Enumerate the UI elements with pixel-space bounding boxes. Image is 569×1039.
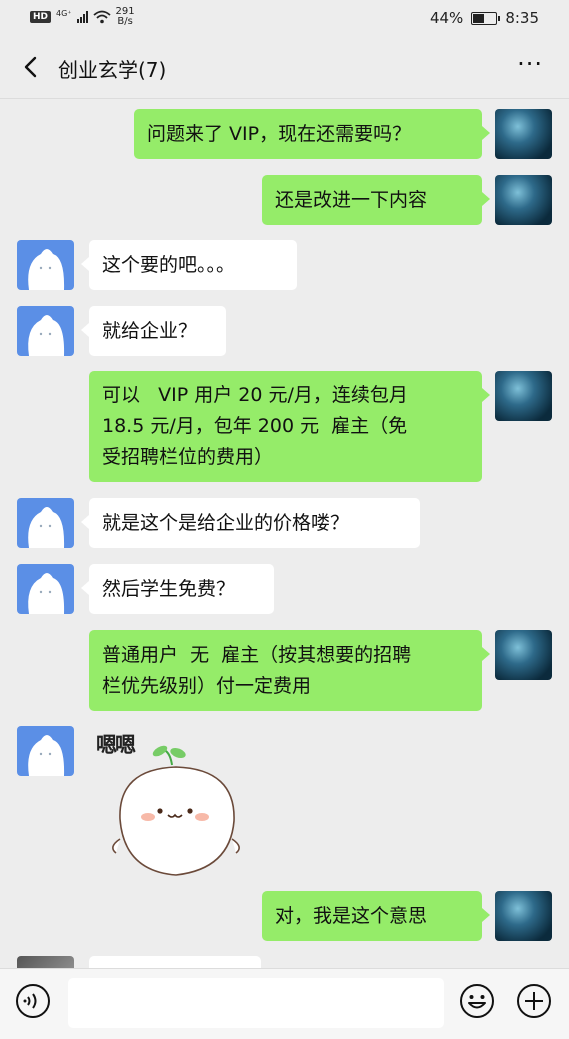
network-speed: 291 B/s — [116, 7, 135, 27]
message-bubble-received[interactable]: 就是这个是给企业的价格喽？ — [81, 498, 420, 548]
cat-avatar-icon — [28, 249, 65, 290]
message-bubble-sent[interactable]: 普通用户 无 雇主（按其想要的招聘 栏优先级别）付一定费用 — [89, 630, 490, 711]
message-bubble-received[interactable] — [89, 956, 261, 968]
avatar[interactable] — [17, 726, 74, 776]
signal-icon — [76, 11, 88, 23]
avatar[interactable] — [17, 564, 74, 614]
chat-header: 创业玄学(7) ··· — [0, 38, 569, 99]
avatar[interactable] — [495, 175, 552, 225]
emoji-icon[interactable] — [458, 982, 496, 1020]
avatar[interactable] — [17, 240, 74, 290]
avatar[interactable] — [17, 956, 74, 968]
message-list[interactable]: 问题来了 VIP，现在还需要吗？ 还是改进一下内容 这个要的吧。。。 就给企业？… — [0, 99, 569, 968]
battery-fill — [473, 13, 484, 23]
input-bar — [0, 968, 569, 1039]
wifi-icon — [92, 10, 111, 24]
voice-icon[interactable] — [14, 982, 52, 1020]
cat-avatar-icon — [28, 315, 65, 356]
message-bubble-received[interactable]: 这个要的吧。。。 — [81, 240, 297, 290]
message-bubble-received[interactable]: 然后学生免费？ — [81, 564, 274, 614]
plus-circle-icon[interactable] — [515, 982, 553, 1020]
message-bubble-sent[interactable]: 可以 VIP 用户 20 元/月，连续包月 18.5 元/月，包年 200 元 … — [89, 371, 490, 482]
avatar[interactable] — [495, 371, 552, 421]
sprout-bun-sticker-icon — [112, 745, 240, 876]
message-bubble-sent[interactable]: 对，我是这个意思 — [262, 891, 490, 941]
speed-unit: B/s — [117, 16, 133, 27]
message-bubble-received[interactable]: 就给企业？ — [81, 306, 226, 356]
cat-avatar-icon — [28, 573, 65, 614]
message-input[interactable] — [68, 978, 444, 1028]
hd-badge: HD — [30, 11, 52, 23]
message-bubble-sent[interactable]: 问题来了 VIP，现在还需要吗？ — [134, 109, 490, 159]
chevron-left-icon[interactable] — [18, 52, 48, 82]
battery-icon — [471, 11, 501, 25]
avatar[interactable] — [495, 109, 552, 159]
message-bubble-sent[interactable]: 还是改进一下内容 — [262, 175, 490, 225]
avatar[interactable] — [495, 630, 552, 680]
avatar[interactable] — [17, 306, 74, 356]
more-dots-icon[interactable]: ··· — [517, 52, 543, 76]
status-left: HD 4G⁺ 291 B/s — [30, 7, 135, 27]
cat-avatar-icon — [28, 507, 65, 548]
chat-title: 创业玄学(7) — [58, 58, 167, 82]
battery-percent: 44% — [429, 9, 464, 27]
status-bar: HD 4G⁺ 291 B/s 44% 8:35 — [0, 0, 569, 38]
clock: 8:35 — [505, 9, 539, 27]
sticker-message[interactable]: 嗯嗯 — [90, 729, 250, 879]
avatar[interactable] — [17, 498, 74, 548]
avatar[interactable] — [495, 891, 552, 941]
status-right: 44% 8:35 — [430, 9, 539, 27]
cat-avatar-icon — [28, 735, 65, 776]
network-type: 4G⁺ — [56, 8, 72, 18]
